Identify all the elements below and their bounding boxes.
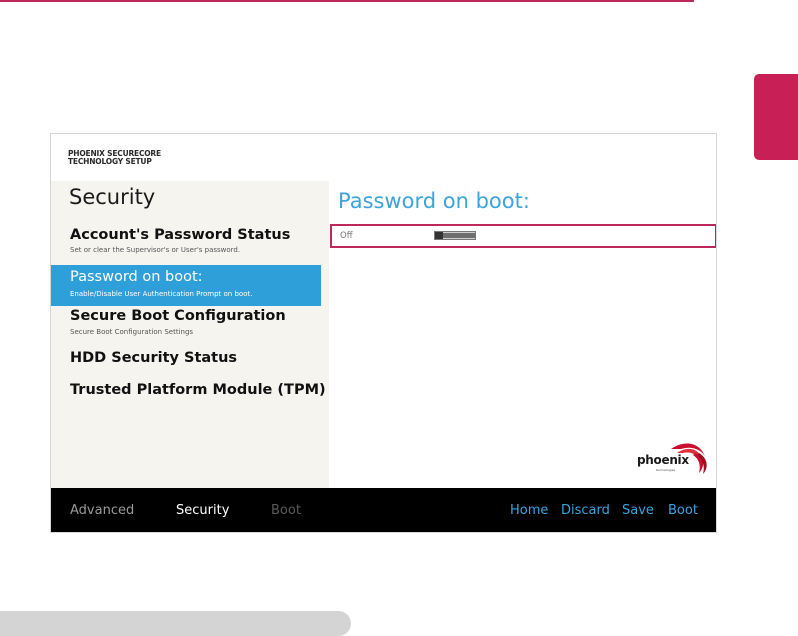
tab-boot[interactable]: Boot <box>271 503 301 518</box>
home-button[interactable]: Home <box>510 503 548 518</box>
option-value: Off <box>340 231 353 241</box>
menu-item-label: Password on boot: <box>70 269 203 285</box>
boot-button[interactable]: Boot <box>668 503 698 518</box>
section-title: Security <box>69 185 156 209</box>
menu-item-desc: Set or clear the Supervisor's or User's … <box>70 246 241 254</box>
menu-item-hdd-security-status[interactable]: HDD Security Status <box>51 350 321 374</box>
logo-subtext: technologies <box>656 468 676 472</box>
menu-item-desc: Enable/Disable User Authentication Promp… <box>70 290 253 298</box>
bottom-navigation-bar: Advanced Security Boot Home Discard Save… <box>51 488 716 532</box>
save-button[interactable]: Save <box>622 503 654 518</box>
phoenix-logo: phoenix technologies <box>637 439 709 475</box>
menu-item-label: Trusted Platform Module (TPM) <box>70 382 326 398</box>
toggle-track <box>443 233 475 238</box>
top-rule <box>0 0 694 2</box>
menu-item-account-password-status[interactable]: Account's Password Status Set or clear t… <box>51 224 321 258</box>
bottom-pill <box>0 611 351 636</box>
menu-item-desc: Secure Boot Configuration Settings <box>70 328 194 336</box>
brand-line-2: TECHNOLOGY SETUP <box>68 157 152 166</box>
tab-security[interactable]: Security <box>176 503 229 518</box>
bios-setup-screen: PHOENIX SECURECORE TECHNOLOGY SETUP Secu… <box>50 133 717 533</box>
menu-item-password-on-boot[interactable]: Password on boot: Enable/Disable User Au… <box>51 265 321 306</box>
tab-advanced[interactable]: Advanced <box>70 503 134 518</box>
brand-header: PHOENIX SECURECORE TECHNOLOGY SETUP <box>68 150 161 166</box>
toggle-switch[interactable] <box>434 231 476 240</box>
menu-item-label: Account's Password Status <box>70 227 291 243</box>
page-title: Password on boot: <box>338 189 530 213</box>
menu-item-trusted-platform-module[interactable]: Trusted Platform Module (TPM) <box>51 382 326 406</box>
discard-button[interactable]: Discard <box>561 503 610 518</box>
logo-text: phoenix <box>637 453 689 467</box>
menu-item-label: HDD Security Status <box>70 350 238 366</box>
toggle-knob <box>435 232 443 239</box>
menu-item-secure-boot-configuration[interactable]: Secure Boot Configuration Secure Boot Co… <box>51 308 321 342</box>
chapter-side-tab <box>754 74 798 160</box>
sidebar: Security Account's Password Status Set o… <box>51 181 329 488</box>
menu-item-label: Secure Boot Configuration <box>70 308 286 324</box>
password-on-boot-option[interactable]: Off <box>330 224 716 248</box>
